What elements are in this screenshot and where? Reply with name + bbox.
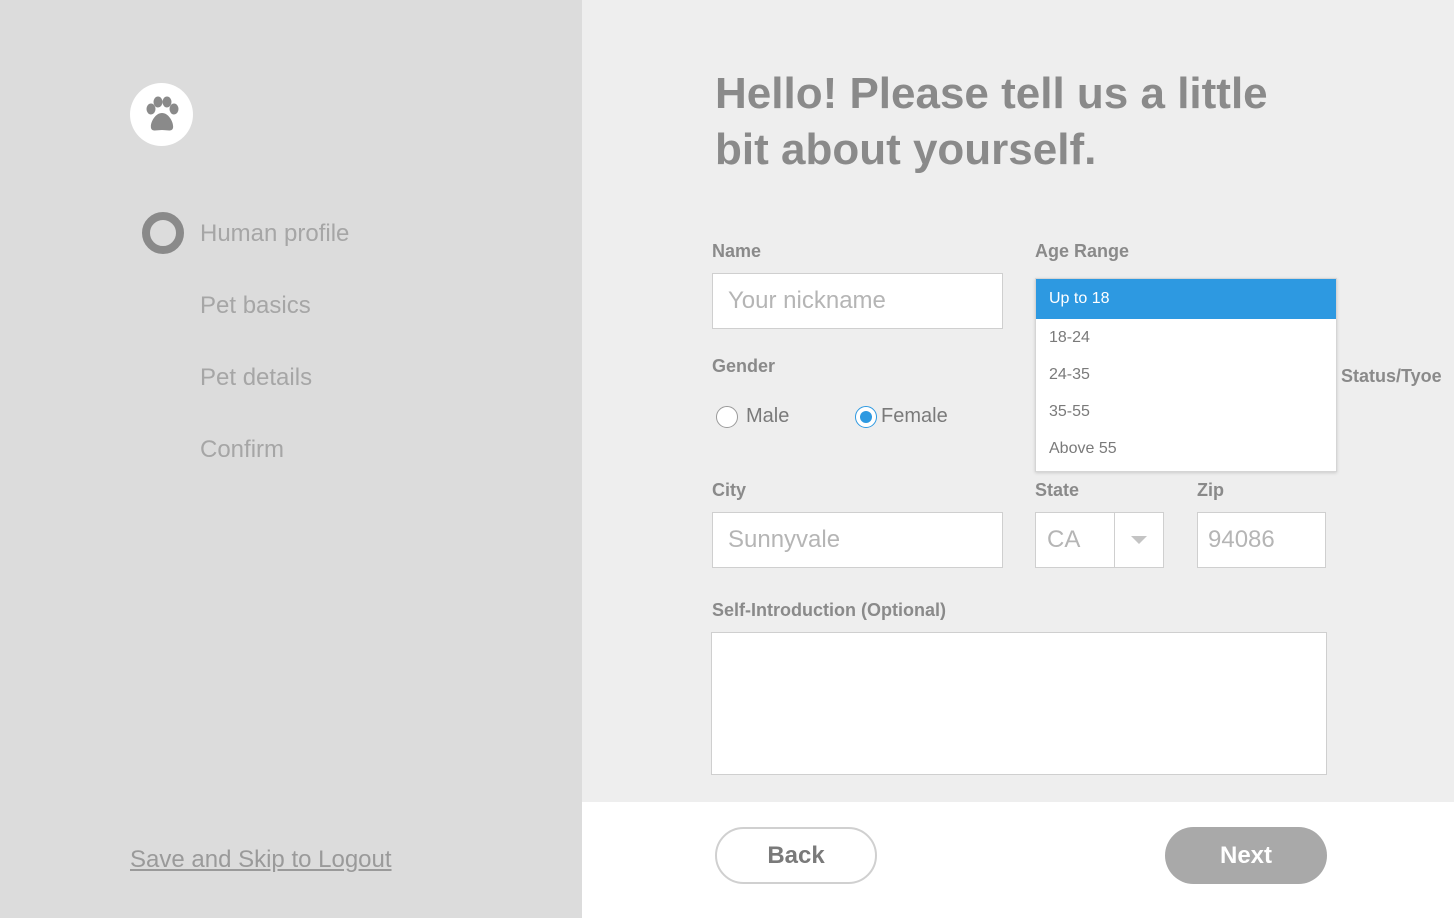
page-title: Hello! Please tell us a little bit about… [715,69,1268,174]
app-logo [130,83,193,146]
radio-button[interactable] [716,405,738,428]
zip-input[interactable] [1197,512,1326,568]
save-and-skip-link[interactable]: Save and Skip to Logout [130,846,392,874]
sidebar: Human profile Pet basics Pet details Con… [0,0,582,918]
gender-radio-male[interactable]: Male [716,405,789,428]
radio-button[interactable] [855,405,877,428]
step-pet-basics[interactable]: Pet basics [200,292,311,320]
age-option-18-24[interactable]: 18-24 [1036,319,1336,356]
name-label: Name [712,241,762,261]
step-pet-details[interactable]: Pet details [200,364,312,392]
step-confirm[interactable]: Confirm [200,436,284,464]
zip-label: Zip [1197,480,1224,500]
city-input[interactable] [712,512,1003,568]
gender-label: Gender [712,356,776,376]
current-step-indicator [142,212,184,254]
age-option-24-35[interactable]: 24-35 [1036,356,1336,393]
age-option-above-55[interactable]: Above 55 [1036,430,1336,467]
paw-icon [146,96,178,130]
age-range-label: Age Range [1035,241,1130,261]
state-select[interactable]: CA [1035,512,1164,568]
back-button[interactable]: Back [715,827,877,884]
radio-label: Female [881,405,948,427]
age-range-dropdown[interactable]: Up to 18 18-24 24-35 35-55 Above 55 [1035,278,1337,472]
self-intro-label: Self-Introduction (Optional) [712,600,946,620]
age-option-35-55[interactable]: 35-55 [1036,393,1336,430]
city-label: City [712,480,747,500]
next-button[interactable]: Next [1165,827,1327,884]
radio-label: Male [746,405,790,427]
self-intro-textarea[interactable] [711,632,1327,775]
step-human-profile[interactable]: Human profile [200,220,349,248]
gender-radio-female[interactable]: Female [855,405,948,428]
chevron-down-icon [1131,536,1147,544]
state-label: State [1035,480,1080,500]
age-option-up-to-18[interactable]: Up to 18 [1036,279,1336,319]
name-input[interactable] [712,273,1003,329]
state-value: CA [1047,526,1081,553]
state-select-toggle[interactable] [1114,513,1163,567]
